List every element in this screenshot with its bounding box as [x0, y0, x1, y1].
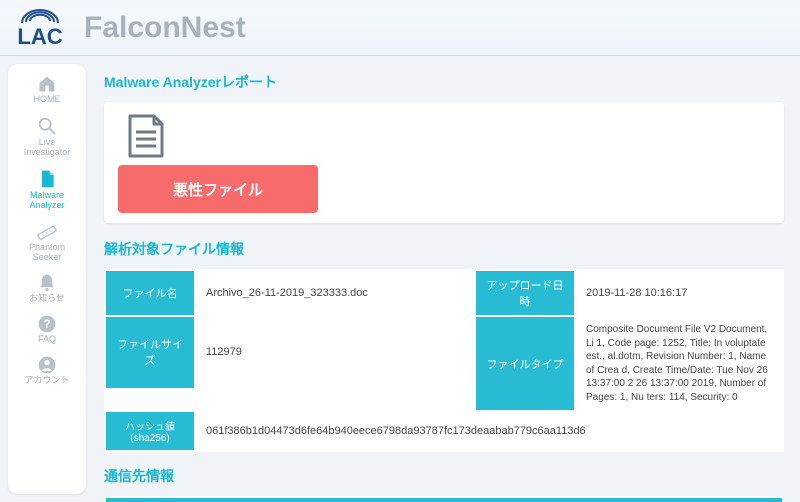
sidebar-item-phantom-seeker[interactable]: Phantom Seeker: [8, 216, 86, 269]
comm-info-title: 通信先情報: [104, 466, 800, 486]
account-icon: [8, 355, 86, 375]
sidebar-item-live-investigator[interactable]: Live Investigator: [8, 111, 86, 164]
sidebar-item-label: Live Investigator: [8, 138, 86, 158]
sidebar-item-label: FAQ: [8, 335, 86, 345]
svg-text:LAC: LAC: [17, 24, 62, 48]
label-file-name: ファイル名: [105, 270, 195, 316]
sidebar-item-notices[interactable]: お知らせ: [8, 269, 86, 310]
bell-icon: [8, 273, 86, 293]
sidebar-item-label: Phantom Seeker: [8, 243, 86, 263]
value-file-name: Archivo_26-11-2019_323333.doc: [195, 270, 475, 316]
value-file-type: Composite Document File V2 Document, Li …: [575, 316, 783, 411]
label-file-type: ファイルタイプ: [475, 316, 575, 411]
magnifier-icon: [8, 115, 86, 137]
report-card: 悪性ファイル: [104, 102, 784, 223]
value-file-size: 112979: [195, 316, 475, 389]
file-info-table: ファイル名 Archivo_26-11-2019_323333.doc アップロ…: [104, 269, 784, 452]
file-icon: [8, 168, 86, 190]
question-icon: ?: [8, 314, 86, 334]
label-upload-time: アップロード日時: [475, 270, 575, 316]
app-header: LAC FalconNest: [0, 0, 800, 56]
brand-logo: LAC: [12, 7, 68, 48]
value-hash-sha256: 061f386b1d04473d6fe64b940eece6798da93787…: [195, 411, 783, 451]
ruler-icon: [8, 220, 86, 242]
comm-row-ip: IPアドレス: [105, 497, 783, 502]
lac-logo-icon: LAC: [12, 7, 68, 48]
sidebar-item-malware-analyzer[interactable]: Malware Analyzer: [8, 164, 86, 217]
sidebar: HOME Live Investigator Malware Analyzer …: [8, 64, 86, 494]
sidebar-item-label: お知らせ: [8, 294, 86, 304]
label-hash-sha256: ハッシュ値(sha256): [105, 411, 195, 451]
sidebar-item-label: アカウント: [8, 376, 86, 386]
svg-text:?: ?: [43, 318, 50, 331]
sidebar-item-faq[interactable]: ? FAQ: [8, 310, 86, 351]
main-content: Malware Analyzerレポート 悪性ファイル 解析対象ファイル情報: [86, 56, 800, 502]
sidebar-item-label: Malware Analyzer: [8, 191, 86, 211]
document-icon: [124, 147, 168, 164]
home-icon: [8, 74, 86, 94]
sidebar-item-label: HOME: [8, 95, 86, 105]
app-title: FalconNest: [84, 11, 246, 45]
report-title: Malware Analyzerレポート: [104, 72, 800, 92]
sidebar-item-home[interactable]: HOME: [8, 70, 86, 111]
file-info-title: 解析対象ファイル情報: [104, 239, 800, 259]
comm-info-table: IPアドレス FQDN: [104, 496, 784, 502]
value-upload-time: 2019-11-28 10:16:17: [575, 270, 783, 316]
label-file-size: ファイルサイズ: [105, 316, 195, 389]
sidebar-item-account[interactable]: アカウント: [8, 351, 86, 392]
malicious-badge: 悪性ファイル: [118, 165, 318, 213]
